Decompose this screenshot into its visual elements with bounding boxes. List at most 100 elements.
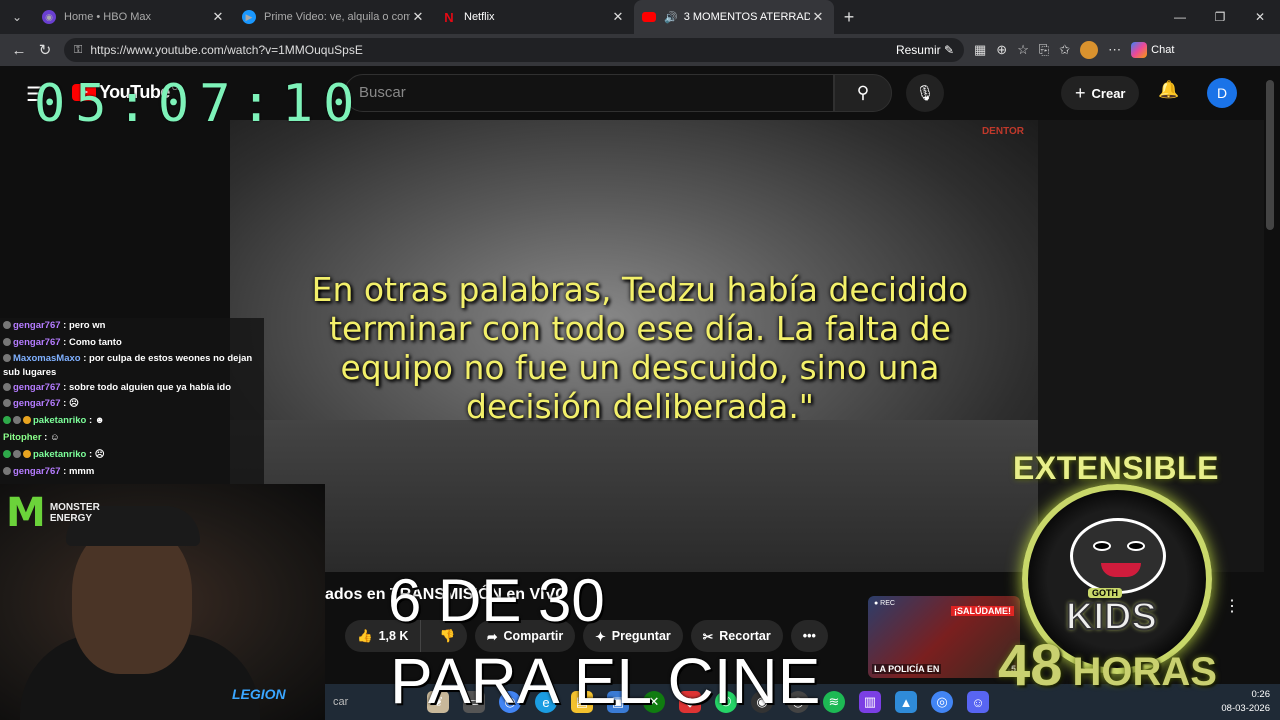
chat-username[interactable]: paketanriko [33, 415, 86, 426]
netflix-icon: N [444, 9, 454, 25]
page-scrollbar[interactable] [1266, 80, 1274, 230]
chat-separator: : [60, 336, 69, 348]
chat-username[interactable]: gengar767 [13, 466, 61, 477]
ask-label: Preguntar [611, 629, 671, 643]
more-dots-icon: ••• [802, 629, 816, 643]
stream-timer: 05:07:10 [34, 74, 365, 134]
notifications-bell-icon[interactable]: 🔔 [1158, 80, 1179, 100]
chat-username[interactable]: gengar767 [13, 382, 61, 393]
live-chat-overlay: gengar767 : pero wn gengar767 : Como tant… [0, 318, 264, 484]
extensions-grid-icon[interactable]: ▦ [974, 42, 986, 58]
clock-date: 08-03-2026 [1221, 703, 1270, 714]
refresh-icon[interactable]: ↻ [32, 41, 58, 59]
search-icon: ⚲ [856, 83, 870, 102]
photos-icon[interactable]: ▲ [895, 691, 917, 713]
chat-text: pero wn [68, 320, 106, 331]
chat-separator: : [60, 320, 69, 331]
mascot-eye [1127, 541, 1145, 551]
chat-message: gengar767 : mmm [3, 464, 264, 481]
chat-message: gengar767 : ☹ [3, 396, 264, 413]
chat-text: ☹ [68, 398, 79, 410]
tab-close-icon[interactable]: ✕ [210, 9, 226, 25]
spotify-icon[interactable]: ≋ [823, 691, 845, 713]
chat-message: Pitopher : ☺ [3, 430, 264, 447]
chat-label: Chat [1151, 44, 1175, 56]
legion-logo: LEGION [232, 686, 286, 702]
minimize-icon[interactable]: — [1160, 0, 1200, 34]
address-bar[interactable]: ⚿ https://www.youtube.com/watch?v=1MMOuq… [64, 38, 964, 62]
chat-badge-icon [3, 321, 11, 329]
chat-badge-icon [3, 382, 11, 391]
screen: ⌄ ◉ Home • HBO Max ✕ ▶ Prime Video: ve, … [0, 0, 1280, 720]
chat-text: sobre todo alguien que ya había ido [68, 381, 232, 393]
tab-prime-video[interactable]: ▶ Prime Video: ve, alquila o compra ✕ [234, 0, 434, 34]
chat-separator: : [86, 415, 95, 427]
browser-toolbar: ← ↻ ⚿ https://www.youtube.com/watch?v=1M… [0, 34, 1280, 66]
chat-username[interactable]: gengar767 [13, 398, 61, 409]
copilot-chat-button[interactable]: Chat [1131, 42, 1174, 58]
new-tab-button[interactable]: + [834, 7, 864, 28]
mascot-eye [1093, 541, 1111, 551]
more-menu-icon[interactable]: ⋯ [1108, 42, 1121, 58]
chat-badge-icon [23, 416, 31, 425]
chat-text: ☹ [94, 448, 105, 460]
chrome-profile-icon[interactable]: ◎ [931, 691, 953, 713]
tab-title: 3 MOMENTOS ATERRADORES [683, 11, 810, 23]
tab-youtube-active[interactable]: 🔊 3 MOMENTOS ATERRADORES ✕ [634, 0, 834, 34]
chat-username[interactable]: MaxomasMaxo [13, 353, 81, 364]
chat-username[interactable]: gengar767 [13, 337, 61, 348]
tab-title: Home • HBO Max [64, 11, 151, 23]
chat-username[interactable]: gengar767 [13, 320, 61, 331]
back-arrow-icon[interactable]: ← [6, 42, 32, 59]
tab-title: Netflix [464, 11, 495, 23]
zoom-icon[interactable]: ⊕ [996, 42, 1007, 58]
profile-avatar[interactable] [1080, 41, 1099, 59]
create-button[interactable]: + Crear [1061, 76, 1140, 110]
user-avatar[interactable]: D [1207, 78, 1237, 108]
toolbar-icons: ▦ ⊕ ☆ ⎘ ✩ ⋯ [974, 41, 1121, 59]
site-info-icon[interactable]: ⚿ [74, 44, 82, 57]
chat-username[interactable]: paketanriko [33, 449, 86, 460]
search-button[interactable]: ⚲ [834, 74, 892, 112]
chat-badge-icon [3, 466, 11, 475]
tab-title: Prime Video: ve, alquila o compra [264, 11, 410, 23]
chat-separator: : [41, 431, 50, 443]
tab-close-icon[interactable]: ✕ [410, 9, 426, 25]
monster-claw-icon: M [6, 490, 46, 536]
restore-icon[interactable]: ❐ [1200, 0, 1240, 34]
voice-search-button[interactable]: 🎙 [906, 74, 944, 112]
discord-icon[interactable]: ☺ [967, 691, 989, 713]
search-input[interactable]: Buscar [344, 74, 834, 112]
mascot-mouth [1101, 563, 1141, 577]
chat-text: mmm [68, 465, 95, 477]
extensible-label: EXTENSIBLE [1013, 450, 1219, 486]
chat-separator: : [60, 398, 69, 410]
favorites-icon[interactable]: ✩ [1059, 42, 1070, 58]
tab-close-icon[interactable]: ✕ [610, 9, 626, 25]
chat-badge-icon [3, 353, 11, 362]
tab-hbo-max[interactable]: ◉ Home • HBO Max ✕ [34, 0, 234, 34]
purple-app-icon[interactable]: ▥ [859, 691, 881, 713]
clock-time: 0:26 [1251, 689, 1271, 700]
close-window-icon[interactable]: ✕ [1240, 0, 1280, 34]
collections-icon[interactable]: ⎘ [1039, 42, 1049, 58]
summarize-button[interactable]: Resumir ✎ [896, 43, 954, 57]
chat-message: paketanriko : ☻ [3, 413, 264, 430]
system-clock[interactable]: 0:26 08-03-2026 [1221, 688, 1270, 716]
overlay-goal-text: PARA EL CINE [390, 645, 821, 717]
plus-icon: + [1075, 82, 1086, 103]
video-scene-ground [230, 420, 1038, 572]
chat-username[interactable]: Pitopher [3, 432, 42, 443]
chat-separator: : [86, 448, 95, 460]
tab-netflix[interactable]: N Netflix ✕ [434, 0, 634, 34]
tab-close-icon[interactable]: ✕ [810, 9, 826, 25]
favorite-star-icon[interactable]: ☆ [1017, 42, 1029, 58]
audio-playing-icon[interactable]: 🔊 [664, 11, 678, 24]
tab-actions-chevron-icon[interactable]: ⌄ [0, 0, 34, 34]
related-more-vertical-icon[interactable]: ⋮ [1224, 596, 1240, 616]
hours-number: 48 [998, 633, 1063, 698]
overlay-count-text: 6 DE 30 [388, 567, 605, 634]
hbo-max-icon: ◉ [42, 10, 56, 24]
chat-badge-icon [13, 449, 21, 458]
streamer-webcam: M MONSTER ENERGY LEGION [0, 484, 325, 720]
